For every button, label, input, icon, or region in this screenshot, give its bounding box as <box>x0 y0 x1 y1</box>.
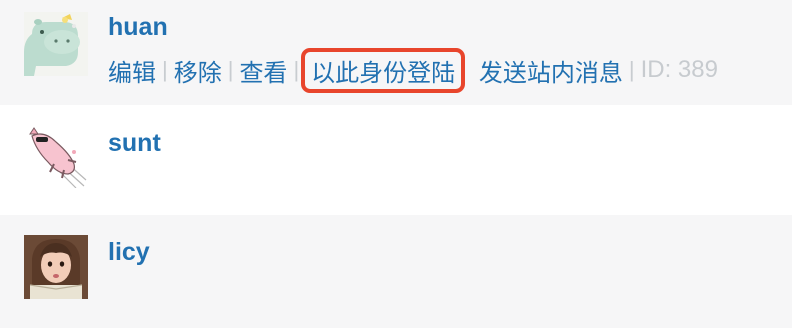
hippo-avatar[interactable] <box>24 12 88 76</box>
pig-avatar[interactable] <box>24 124 88 188</box>
user-id-label: ID: 389 <box>640 56 718 83</box>
send-message-link[interactable]: 发送站内消息 <box>479 53 623 88</box>
action-separator: | <box>162 57 168 82</box>
action-separator: | <box>293 57 300 82</box>
hippo-avatar-image <box>24 12 88 76</box>
pig-avatar-image <box>24 124 88 188</box>
username-link[interactable]: huan <box>108 12 168 42</box>
user-row-sunt: sunt <box>0 105 792 215</box>
username-link[interactable]: licy <box>108 237 150 267</box>
view-link[interactable]: 查看 <box>239 53 287 88</box>
action-separator: | <box>227 57 234 82</box>
row-actions: 编辑 | 移除 | 查看 | 以此身份登陆 | 发送站内消息 | ID: 389 <box>108 47 718 93</box>
remove-link[interactable]: 移除 <box>174 53 222 88</box>
girl-photo-avatar-image <box>24 235 88 299</box>
username-link[interactable]: sunt <box>108 128 161 158</box>
user-list: huan 编辑 | 移除 | 查看 | 以此身份登陆 | 发送站内消息 | ID… <box>0 0 792 328</box>
login-as-user-link[interactable]: 以此身份登陆 <box>301 47 466 93</box>
girl-photo-avatar[interactable] <box>24 235 88 299</box>
user-row-huan: huan 编辑 | 移除 | 查看 | 以此身份登陆 | 发送站内消息 | ID… <box>0 0 792 105</box>
user-row-licy: licy <box>0 215 792 328</box>
action-separator: | <box>628 57 635 82</box>
edit-link[interactable]: 编辑 <box>108 53 156 88</box>
action-separator: | <box>467 57 473 83</box>
